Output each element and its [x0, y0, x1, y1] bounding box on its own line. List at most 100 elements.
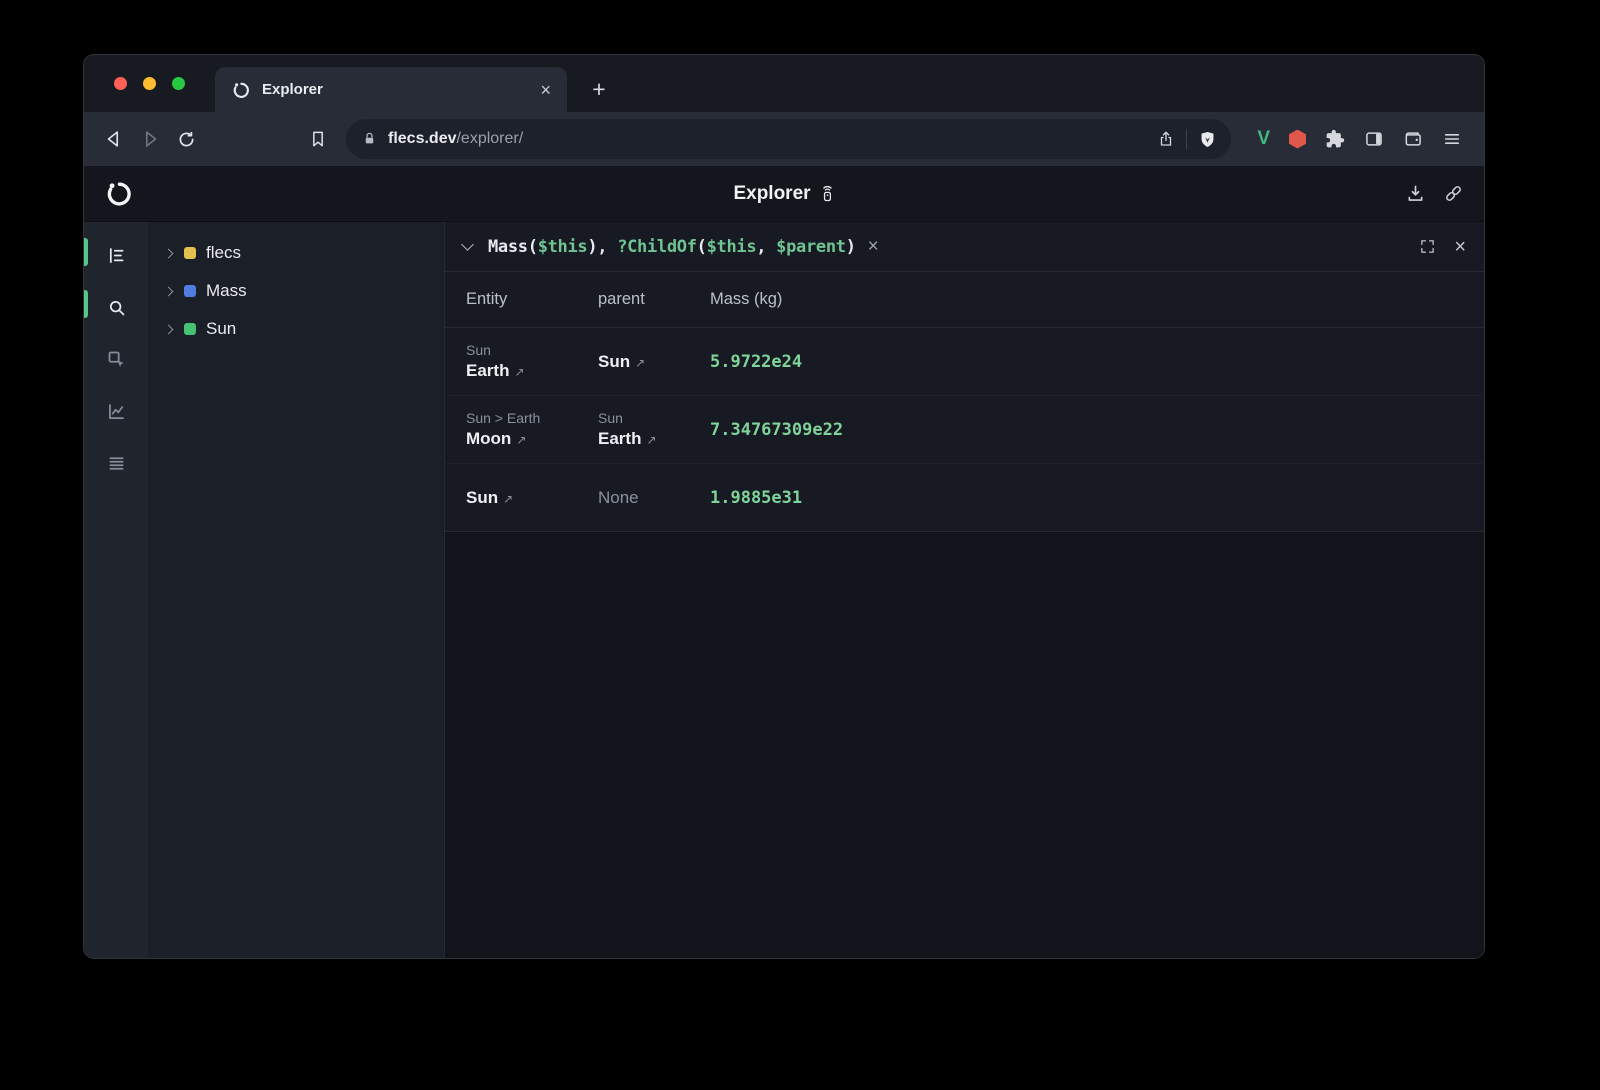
collapse-chevron-icon[interactable]	[461, 238, 474, 251]
entity-path: Sun	[466, 342, 598, 358]
expand-chevron-icon[interactable]	[164, 324, 174, 334]
parent-cell: Sun Earth ↗	[598, 410, 710, 449]
table-row: Sun > Earth Moon ↗ Sun Earth ↗ 7.34767309e…	[445, 396, 1484, 464]
entity-path: Sun > Earth	[466, 410, 598, 426]
extension-icons: V	[1241, 128, 1472, 150]
bookmark-icon[interactable]	[300, 121, 336, 157]
parent-path: Sun	[598, 410, 710, 426]
remote-connection-icon	[821, 184, 835, 203]
active-indicator-search	[84, 290, 88, 318]
new-tab-button[interactable]: +	[584, 74, 614, 104]
entity-cell: Sun ↗	[466, 488, 598, 508]
tree-item-mass[interactable]: Mass	[148, 272, 444, 310]
tree-item-label: Sun	[206, 319, 236, 339]
column-header-parent: parent	[598, 290, 710, 309]
tree-item-label: Mass	[206, 281, 247, 301]
close-panel-icon[interactable]: ×	[1454, 237, 1466, 257]
content-area: Mass($this), ?ChildOf($this, $parent) × …	[444, 222, 1484, 958]
mass-value: 7.34767309e22	[710, 420, 1484, 440]
parent-link[interactable]: Sun	[598, 352, 630, 371]
entity-cell: Sun Earth ↗	[466, 342, 598, 381]
window-controls	[114, 77, 185, 90]
external-link-icon: ↗	[635, 356, 645, 370]
entity-link[interactable]: Moon	[466, 429, 511, 448]
external-link-icon: ↗	[503, 492, 513, 506]
url-bar[interactable]: flecs.dev/explorer/	[346, 119, 1231, 159]
mass-value: 1.9885e31	[710, 488, 1484, 508]
link-icon[interactable]	[1443, 183, 1464, 204]
parent-link[interactable]: Earth	[598, 429, 641, 448]
browser-window: Explorer × + flecs.dev/explorer/	[84, 55, 1484, 958]
search-icon[interactable]	[97, 288, 135, 326]
sidebar-toggle-icon[interactable]	[1364, 129, 1384, 149]
parent-none-label: None	[598, 488, 639, 507]
hexagon-extension-icon[interactable]	[1289, 130, 1306, 149]
entity-cell: Sun > Earth Moon ↗	[466, 410, 598, 449]
flecs-logo	[104, 179, 134, 209]
vue-devtools-icon[interactable]: V	[1257, 128, 1270, 150]
column-header-entity: Entity	[466, 290, 598, 309]
page-title: Explorer	[733, 183, 834, 205]
expand-chevron-icon[interactable]	[164, 248, 174, 258]
active-indicator-tree	[84, 238, 88, 266]
tab-strip: Explorer × +	[84, 55, 1484, 112]
share-icon[interactable]	[1157, 129, 1175, 149]
empty-content-area	[445, 532, 1484, 958]
parent-cell: Sun ↗	[598, 352, 710, 372]
app-header: Explorer	[84, 166, 1484, 222]
query-bar: Mass($this), ?ChildOf($this, $parent) × …	[445, 222, 1484, 272]
minimize-window-button[interactable]	[143, 77, 156, 90]
logs-list-icon[interactable]	[97, 444, 135, 482]
url-path: /explorer/	[456, 130, 523, 147]
fullscreen-icon[interactable]	[1419, 238, 1436, 255]
tree-item-sun[interactable]: Sun	[148, 310, 444, 348]
browser-toolbar: flecs.dev/explorer/ V	[84, 112, 1484, 166]
component-color-swatch	[184, 285, 196, 297]
brave-shields-icon[interactable]	[1198, 129, 1217, 150]
back-button[interactable]	[96, 121, 132, 157]
url-bar-divider	[1186, 129, 1187, 149]
entity-tree-panel: flecs Mass Sun	[148, 222, 444, 958]
entity-color-swatch	[184, 323, 196, 335]
external-link-icon: ↗	[516, 433, 526, 447]
entity-link[interactable]: Sun	[466, 488, 498, 507]
tab-close-icon[interactable]: ×	[540, 81, 551, 99]
expand-chevron-icon[interactable]	[164, 286, 174, 296]
parent-cell: None	[598, 488, 710, 508]
entities-tree-icon[interactable]	[97, 236, 135, 274]
query-expression[interactable]: Mass($this), ?ChildOf($this, $parent)	[488, 237, 856, 257]
tree-item-flecs[interactable]: flecs	[148, 234, 444, 272]
table-row: Sun ↗ None 1.9885e31	[445, 464, 1484, 532]
module-color-swatch	[184, 247, 196, 259]
lock-icon	[362, 131, 377, 147]
zoom-window-button[interactable]	[172, 77, 185, 90]
url-text: flecs.dev/explorer/	[388, 130, 1146, 148]
inspect-icon[interactable]	[97, 340, 135, 378]
browser-tab-explorer[interactable]: Explorer ×	[215, 67, 567, 112]
external-link-icon: ↗	[646, 433, 656, 447]
reload-button[interactable]	[168, 121, 204, 157]
download-icon[interactable]	[1405, 183, 1426, 204]
table-row: Sun Earth ↗ Sun ↗ 5.9722e24	[445, 328, 1484, 396]
results-table-header: Entity parent Mass (kg)	[445, 272, 1484, 328]
menu-icon[interactable]	[1442, 129, 1462, 149]
page-title-text: Explorer	[733, 183, 810, 205]
close-window-button[interactable]	[114, 77, 127, 90]
header-actions	[1405, 183, 1464, 204]
external-link-icon: ↗	[514, 365, 524, 379]
entity-link[interactable]: Earth	[466, 361, 509, 380]
wallet-icon[interactable]	[1403, 129, 1423, 149]
url-host: flecs.dev	[388, 130, 456, 147]
forward-button[interactable]	[132, 121, 168, 157]
tree-item-label: flecs	[206, 243, 241, 263]
clear-query-icon[interactable]: ×	[868, 237, 879, 256]
tab-title: Explorer	[262, 81, 529, 98]
main-area: flecs Mass Sun Mass($this), ?ChildOf($th…	[84, 222, 1484, 958]
query-panel: Mass($this), ?ChildOf($this, $parent) × …	[445, 222, 1484, 532]
flecs-favicon	[231, 80, 251, 100]
extensions-puzzle-icon[interactable]	[1325, 129, 1345, 149]
column-header-mass: Mass (kg)	[710, 290, 1484, 309]
stats-chart-icon[interactable]	[97, 392, 135, 430]
sidebar-rail	[84, 222, 148, 958]
mass-value: 5.9722e24	[710, 352, 1484, 372]
